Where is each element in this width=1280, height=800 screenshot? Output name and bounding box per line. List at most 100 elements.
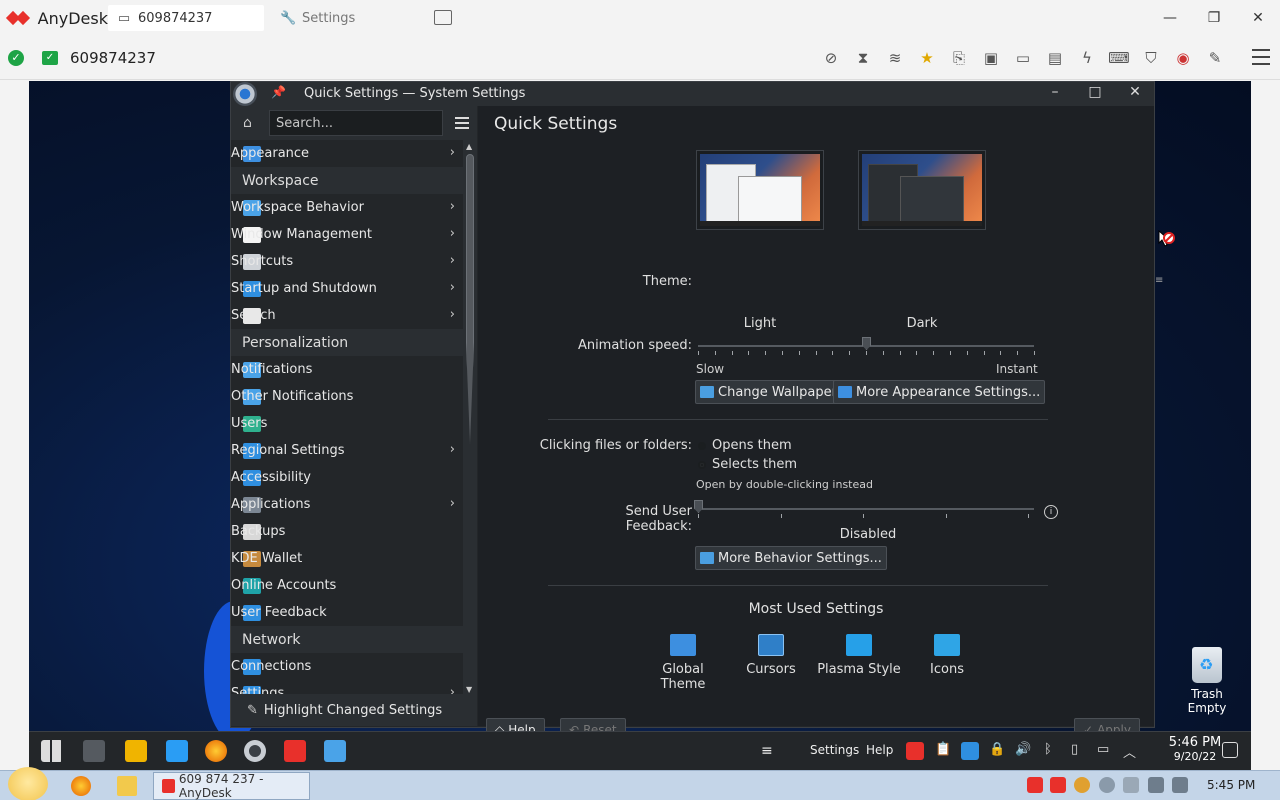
opens-them-label[interactable]: Opens them <box>712 438 792 453</box>
privacy-icon[interactable]: ⊘ <box>815 49 847 67</box>
sidebar-item-connections[interactable]: Connections <box>231 653 463 680</box>
spectacle-icon[interactable] <box>324 740 346 762</box>
maximize-icon[interactable]: ❐ <box>1194 5 1234 31</box>
sidebar-item-applications[interactable]: Applications › <box>231 491 463 518</box>
chat-icon[interactable]: ▤ <box>1039 49 1071 67</box>
host-tray-anydesk2-icon[interactable] <box>1050 777 1066 793</box>
lock-icon[interactable]: 🔒 <box>989 742 1005 757</box>
system-settings-task-icon[interactable] <box>244 740 266 762</box>
sidebar-item-appearance[interactable]: Appearance › <box>231 140 463 167</box>
host-tray-search-icon[interactable] <box>1074 777 1090 793</box>
sidebar-item-regional-settings[interactable]: Regional Settings › <box>231 437 463 464</box>
sidebar-item-online-accounts[interactable]: Online Accounts <box>231 572 463 599</box>
sidebar-item-search[interactable]: Search › <box>231 302 463 329</box>
change-wallpaper-button[interactable]: Change Wallpaper... <box>695 380 854 404</box>
window-close-icon[interactable]: ✕ <box>1125 84 1145 100</box>
sidebar-item-window-management[interactable]: Window Management › <box>231 221 463 248</box>
global-menu-icon[interactable]: ≡ <box>761 743 773 759</box>
tab-settings[interactable]: 🔧 Settings <box>272 5 426 31</box>
show-desktop-icon[interactable] <box>1222 742 1238 758</box>
sidebar-menu-icon[interactable] <box>455 117 469 132</box>
menu-help[interactable]: Help <box>866 743 893 757</box>
system-settings-icon[interactable] <box>233 82 257 106</box>
volume-icon[interactable]: 🔊 <box>1015 742 1031 757</box>
trash-desktop-icon[interactable]: Trash Empty <box>1185 647 1229 715</box>
host-firefox-icon[interactable] <box>71 776 91 796</box>
host-tray-minus-icon[interactable] <box>1099 777 1115 793</box>
highlight-changed-settings[interactable]: ✎ Highlight Changed Settings <box>231 694 477 726</box>
host-tray-volume-icon[interactable] <box>1172 777 1188 793</box>
most-used-global-theme[interactable]: Global Theme <box>638 634 728 692</box>
sidebar-scrollbar[interactable]: ▲ ▼ <box>465 140 475 694</box>
animation-speed-handle[interactable] <box>862 337 871 350</box>
host-tray-anydesk-icon[interactable] <box>1027 777 1043 793</box>
sidebar-item-shortcuts[interactable]: Shortcuts › <box>231 248 463 275</box>
battery-icon[interactable]: ▯ <box>1071 742 1078 757</box>
sidebar-item-user-feedback[interactable]: User Feedback <box>231 599 463 626</box>
more-appearance-button[interactable]: More Appearance Settings... <box>833 380 1046 404</box>
new-tab-icon[interactable] <box>434 10 452 25</box>
sidebar-item-notifications[interactable]: Notifications <box>231 356 463 383</box>
firefox-icon[interactable] <box>205 740 227 762</box>
most-used-icons[interactable]: Icons <box>902 634 992 677</box>
window-maximize-icon[interactable]: □ <box>1085 84 1105 100</box>
monitor-select-icon[interactable]: ▣ <box>975 49 1007 67</box>
minimize-icon[interactable]: — <box>1150 5 1190 31</box>
sidebar-item-kde-wallet[interactable]: KDE Wallet <box>231 545 463 572</box>
radio-opens-them[interactable] <box>698 442 706 450</box>
display-config-icon[interactable]: ▭ <box>1097 742 1109 757</box>
display-icon[interactable]: ▭ <box>1007 49 1039 67</box>
host-clock[interactable]: 5:45 PM <box>1207 778 1255 792</box>
remote-clock[interactable]: 5:46 PM 9/20/22 <box>1165 736 1225 764</box>
bluetooth-icon[interactable]: ᛒ <box>1044 742 1052 757</box>
more-behavior-button[interactable]: More Behavior Settings... <box>695 546 887 570</box>
window-titlebar[interactable]: 📌 Quick Settings — System Settings – □ ✕ <box>231 82 1154 106</box>
scroll-down-icon[interactable]: ▼ <box>466 685 472 694</box>
home-icon[interactable]: ⌂ <box>243 115 263 131</box>
close-icon[interactable]: ✕ <box>1238 5 1278 31</box>
feedback-slider[interactable] <box>698 508 1034 510</box>
sidebar-item-users[interactable]: Users <box>231 410 463 437</box>
keyboard-icon[interactable]: ⌨ <box>1103 49 1135 67</box>
pager-icon[interactable] <box>83 740 105 762</box>
sidebar-item-other-notifications[interactable]: Other Notifications <box>231 383 463 410</box>
start-button-icon[interactable] <box>8 767 48 800</box>
sidebar-item-accessibility[interactable]: Accessibility <box>231 464 463 491</box>
hamburger-menu-icon[interactable] <box>1252 49 1270 70</box>
most-used-cursors[interactable]: Cursors <box>726 634 816 677</box>
file-manager-icon[interactable] <box>125 740 147 762</box>
radio-selects-them[interactable] <box>698 461 706 469</box>
shield-icon[interactable]: ⛉ <box>1135 49 1167 67</box>
pin-icon[interactable]: 📌 <box>271 85 286 99</box>
info-icon[interactable]: i <box>1044 505 1058 519</box>
tab-session[interactable]: ▭ 609874237 <box>108 5 264 31</box>
search-input[interactable] <box>269 110 443 136</box>
anydesk-task-icon[interactable] <box>284 740 306 762</box>
sidebar-item-startup-and-shutdown[interactable]: Startup and Shutdown › <box>231 275 463 302</box>
anydesk-tray-icon[interactable] <box>906 742 924 760</box>
most-used-plasma-style[interactable]: Plasma Style <box>814 634 904 677</box>
theme-dark-preview[interactable] <box>858 150 986 230</box>
action-icon[interactable]: ϟ <box>1071 49 1103 67</box>
theme-light-preview[interactable] <box>696 150 824 230</box>
file-transfer-icon[interactable]: ⎘ <box>943 49 975 67</box>
pen-icon[interactable]: ✎ <box>1199 49 1231 67</box>
database-icon[interactable]: ≋ <box>879 49 911 67</box>
selects-them-label[interactable]: Selects them <box>712 457 797 472</box>
star-icon[interactable]: ★ <box>911 49 943 67</box>
host-tray-flag-icon[interactable] <box>1123 777 1139 793</box>
hourglass-icon[interactable]: ⧗ <box>847 49 879 67</box>
window-minimize-icon[interactable]: – <box>1045 84 1065 100</box>
host-anydesk-task[interactable]: 609 874 237 - AnyDesk <box>153 772 310 800</box>
app-launcher-icon[interactable] <box>41 740 63 762</box>
host-tray-network-icon[interactable] <box>1148 777 1164 793</box>
scrollbar-thumb[interactable] <box>466 154 474 444</box>
tray-expand-icon[interactable]: ︿ <box>1123 742 1136 761</box>
sidebar-item-settings[interactable]: Settings › <box>231 680 463 694</box>
updates-icon[interactable] <box>961 742 979 760</box>
clipboard-icon[interactable]: 📋 <box>935 742 951 757</box>
menu-settings[interactable]: Settings <box>810 743 859 757</box>
discover-icon[interactable] <box>166 740 188 762</box>
scroll-up-icon[interactable]: ▲ <box>466 142 472 151</box>
sidebar-item-backups[interactable]: Backups <box>231 518 463 545</box>
